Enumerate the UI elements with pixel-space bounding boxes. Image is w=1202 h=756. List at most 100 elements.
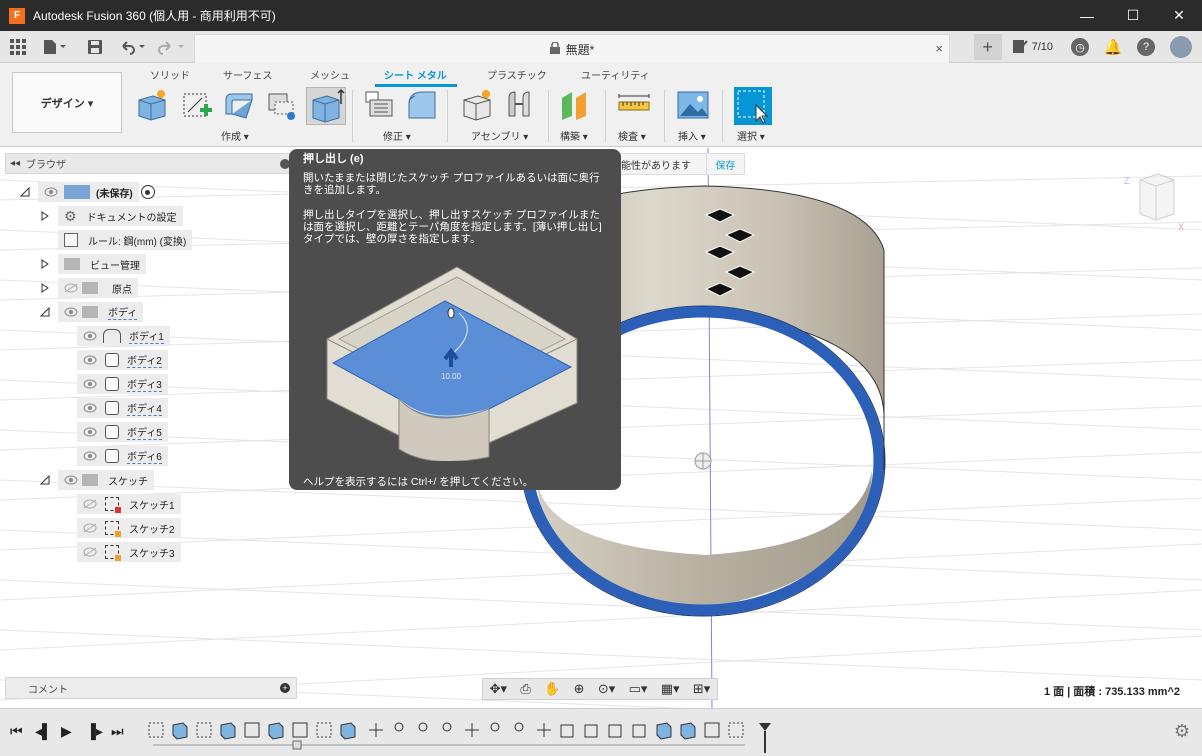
collapse-browser-icon[interactable]: ◂◂ bbox=[10, 158, 20, 169]
grid-menu-icon[interactable] bbox=[10, 31, 26, 63]
grid-settings-icon[interactable]: ▦▾ bbox=[661, 681, 680, 697]
new-component-icon[interactable] bbox=[135, 88, 169, 122]
visibility-eye-icon[interactable] bbox=[83, 331, 97, 341]
tree-item-rule[interactable]: ルール: 鋼(mm) (変換) bbox=[58, 230, 193, 250]
modify-group-label[interactable]: 修正 ▾ bbox=[383, 128, 411, 143]
tree-item-sketch[interactable]: スケッチ2 bbox=[77, 518, 181, 538]
jobs-count[interactable]: 7/10 bbox=[1032, 41, 1053, 53]
tree-item-bodies[interactable]: ボディ bbox=[40, 302, 144, 322]
visibility-eye-icon[interactable] bbox=[83, 451, 97, 461]
tree-item-sketches[interactable]: スケッチ bbox=[40, 470, 154, 490]
close-window-button[interactable]: ✕ bbox=[1156, 0, 1202, 31]
tree-item-origin[interactable]: 原点 bbox=[40, 278, 138, 298]
extrude-button[interactable] bbox=[306, 87, 346, 125]
step-back-icon[interactable]: ◂▌ bbox=[35, 723, 52, 740]
hidden-eye-icon[interactable] bbox=[64, 283, 78, 293]
tree-item-sketch[interactable]: スケッチ3 bbox=[77, 542, 181, 562]
orbit-icon[interactable]: ✥▾ bbox=[490, 681, 507, 697]
tree-root[interactable]: (未保存) bbox=[20, 182, 155, 202]
new-component-assemble-icon[interactable] bbox=[460, 88, 494, 122]
redo-icon[interactable] bbox=[158, 31, 186, 63]
user-avatar[interactable] bbox=[1170, 36, 1192, 58]
create-sketch-icon[interactable] bbox=[180, 88, 214, 122]
tree-item-views[interactable]: ビュー管理 bbox=[40, 254, 146, 274]
tree-item-doc-settings[interactable]: ⚙ ドキュメントの設定 bbox=[40, 206, 183, 226]
play-icon[interactable]: ▶ bbox=[61, 723, 72, 740]
zoom-window-icon[interactable]: ⊙▾ bbox=[598, 681, 615, 697]
file-menu-icon[interactable] bbox=[42, 31, 68, 63]
browser-header[interactable]: ◂◂ ブラウザ bbox=[5, 153, 295, 174]
close-tab-icon[interactable]: × bbox=[935, 41, 943, 56]
unfold-icon[interactable] bbox=[265, 88, 299, 122]
timeline-features[interactable] bbox=[145, 719, 775, 753]
zoom-icon[interactable]: ⊕ bbox=[574, 681, 585, 697]
jobs-icon[interactable] bbox=[1012, 38, 1028, 57]
hidden-eye-icon[interactable] bbox=[83, 547, 97, 557]
tab-mesh[interactable]: メッシュ bbox=[310, 67, 350, 82]
select-button[interactable] bbox=[734, 87, 772, 125]
inspect-group-label[interactable]: 検査 ▾ bbox=[618, 128, 646, 143]
tree-item-body[interactable]: ボディ6 bbox=[77, 446, 168, 466]
fillet-icon[interactable] bbox=[405, 88, 439, 122]
step-forward-icon[interactable]: ▐▸ bbox=[86, 723, 103, 740]
pan-hand-icon[interactable]: ✋ bbox=[544, 681, 560, 697]
comments-panel[interactable]: コメント + bbox=[5, 677, 297, 699]
tree-item-body[interactable]: ボディ3 bbox=[77, 374, 168, 394]
collapsed-triangle-icon[interactable] bbox=[40, 211, 50, 221]
new-tab-button[interactable]: + bbox=[973, 34, 1002, 60]
tree-item-body[interactable]: ボディ2 bbox=[77, 350, 168, 370]
clock-icon[interactable]: ◷ bbox=[1071, 38, 1089, 56]
insert-image-icon[interactable] bbox=[676, 88, 710, 122]
collapsed-triangle-icon[interactable] bbox=[40, 259, 50, 269]
press-pull-icon[interactable] bbox=[362, 88, 396, 122]
visibility-eye-icon[interactable] bbox=[83, 427, 97, 437]
document-tab[interactable]: 無題* × bbox=[194, 34, 950, 63]
visibility-eye-icon[interactable] bbox=[64, 475, 78, 485]
offset-plane-icon[interactable] bbox=[558, 88, 592, 122]
expanded-triangle-icon[interactable] bbox=[40, 475, 50, 485]
tree-item-body[interactable]: ボディ4 bbox=[77, 398, 168, 418]
minimize-button[interactable]: — bbox=[1064, 0, 1110, 31]
undo-icon[interactable] bbox=[119, 31, 147, 63]
go-to-end-icon[interactable]: ⏭ bbox=[111, 723, 124, 740]
create-group-label[interactable]: 作成 ▾ bbox=[221, 128, 249, 143]
viewports-icon[interactable]: ⊞▾ bbox=[693, 681, 710, 697]
tree-item-sketch[interactable]: スケッチ1 bbox=[77, 494, 181, 514]
visibility-eye-icon[interactable] bbox=[83, 379, 97, 389]
tree-item-body[interactable]: ボディ1 bbox=[77, 326, 170, 346]
insert-group-label[interactable]: 挿入 ▾ bbox=[678, 128, 706, 143]
tab-plastic[interactable]: プラスチック bbox=[487, 67, 547, 82]
tab-surface[interactable]: サーフェス bbox=[223, 67, 272, 82]
workspace-switcher[interactable]: デザイン ▾ bbox=[12, 72, 122, 133]
notification-bell-icon[interactable]: 🔔 bbox=[1104, 38, 1123, 56]
expanded-triangle-icon[interactable] bbox=[20, 187, 30, 197]
look-at-icon[interactable]: ⎙ bbox=[520, 681, 530, 697]
display-settings-icon[interactable]: ▭▾ bbox=[629, 681, 648, 697]
measure-icon[interactable] bbox=[617, 88, 651, 122]
visibility-eye-icon[interactable] bbox=[64, 307, 78, 317]
joint-icon[interactable] bbox=[503, 88, 537, 122]
collapsed-triangle-icon[interactable] bbox=[40, 283, 50, 293]
add-comment-icon[interactable]: + bbox=[280, 683, 290, 693]
tab-solid[interactable]: ソリッド bbox=[150, 67, 190, 82]
construct-group-label[interactable]: 構築 ▾ bbox=[560, 128, 588, 143]
help-icon[interactable]: ? bbox=[1137, 38, 1155, 56]
visibility-eye-icon[interactable] bbox=[83, 403, 97, 413]
maximize-button[interactable]: ☐ bbox=[1110, 0, 1156, 31]
activate-radio-icon[interactable] bbox=[140, 185, 155, 199]
go-to-start-icon[interactable]: ⏮ bbox=[10, 723, 23, 740]
tree-item-body[interactable]: ボディ5 bbox=[77, 422, 168, 442]
flange-icon[interactable] bbox=[222, 88, 256, 122]
hidden-eye-icon[interactable] bbox=[83, 523, 97, 533]
banner-save-button[interactable]: 保存 bbox=[706, 154, 744, 174]
tab-sheet-metal[interactable]: シート メタル bbox=[384, 67, 447, 82]
visibility-eye-icon[interactable] bbox=[83, 355, 97, 365]
visibility-eye-icon[interactable] bbox=[44, 187, 58, 197]
select-group-label[interactable]: 選択 ▾ bbox=[737, 128, 765, 143]
hidden-eye-icon[interactable] bbox=[83, 499, 97, 509]
assemble-group-label[interactable]: アセンブリ ▾ bbox=[471, 128, 528, 143]
expanded-triangle-icon[interactable] bbox=[40, 307, 50, 317]
settings-gear-icon[interactable]: ⚙ bbox=[1174, 721, 1190, 742]
save-icon[interactable] bbox=[88, 31, 102, 63]
tab-utility[interactable]: ユーティリティ bbox=[581, 67, 650, 82]
